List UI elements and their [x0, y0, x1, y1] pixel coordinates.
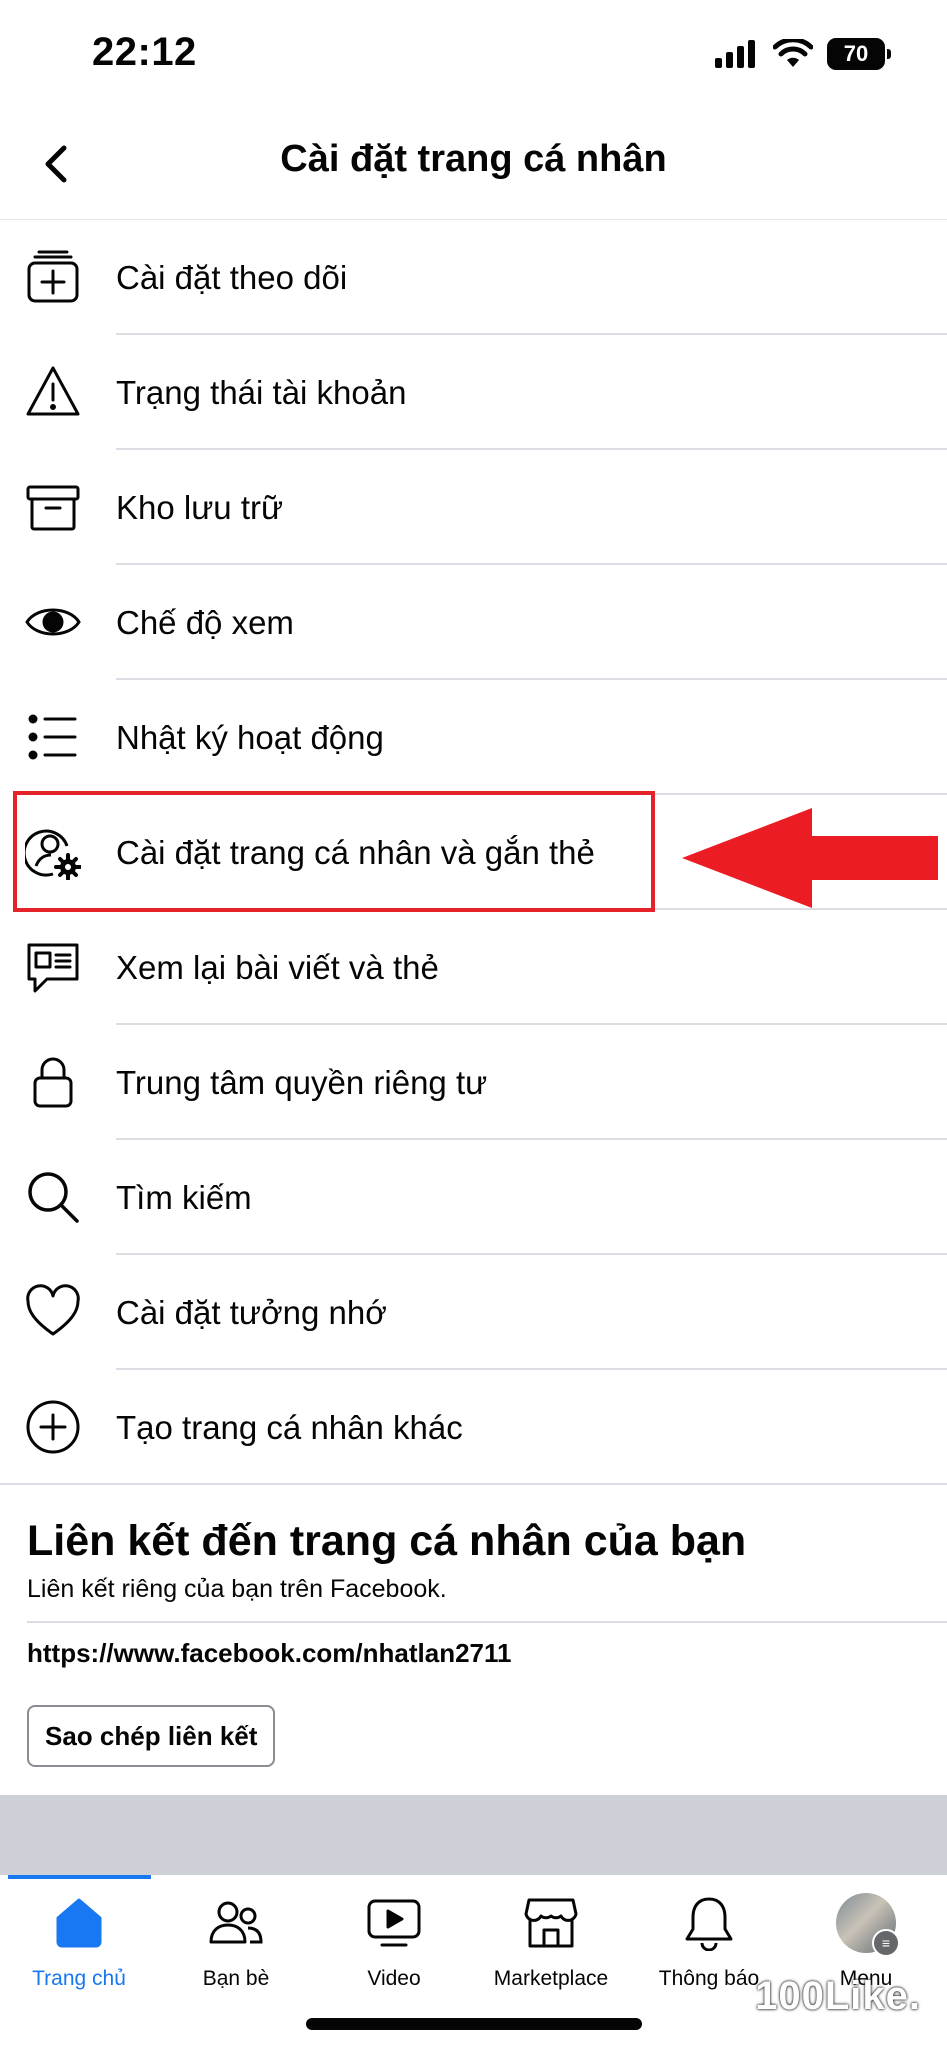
- menu-item-label: Tạo trang cá nhân khác: [116, 1409, 463, 1446]
- menu-item-label: Kho lưu trữ: [116, 489, 284, 526]
- battery-icon: 70: [827, 38, 891, 70]
- menu-icon: ≡: [872, 1929, 900, 1957]
- tab-friends[interactable]: Bạn bè: [157, 1893, 315, 2003]
- section-title: Liên kết đến trang cá nhân của bạn: [27, 1517, 747, 1565]
- divider: [0, 1483, 947, 1485]
- eye-icon: [24, 593, 82, 651]
- menu-item-label: Trung tâm quyền riêng tư: [116, 1064, 488, 1101]
- list-icon: [24, 708, 82, 766]
- status-time: 22:12: [92, 30, 197, 74]
- tab-label: Trang chủ: [32, 1967, 126, 1990]
- wifi-icon: [773, 39, 813, 67]
- menu-item-label: Chế độ xem: [116, 604, 294, 641]
- tab-label: Bạn bè: [202, 1967, 270, 1990]
- cellular-signal-icon: [715, 40, 755, 68]
- menu-item-label: Nhật ký hoạt động: [116, 719, 384, 756]
- copy-link-button[interactable]: Sao chép liên kết: [27, 1705, 276, 1767]
- add-circle-icon: [24, 1398, 82, 1456]
- menu-item-memorialization[interactable]: Cài đặt tưởng nhớ: [0, 1255, 947, 1370]
- menu-item-label: Xem lại bài viết và thẻ: [116, 949, 439, 986]
- marketplace-icon: [521, 1893, 581, 1953]
- highlight-box: [13, 791, 655, 912]
- status-bar: 22:12 70: [0, 0, 947, 108]
- menu-item-follow-settings[interactable]: Cài đặt theo dõi: [0, 220, 947, 335]
- tab-marketplace[interactable]: Marketplace: [472, 1893, 630, 2003]
- section-subtitle: Liên kết riêng của bạn trên Facebook.: [27, 1575, 447, 1603]
- menu-item-label: Cài đặt tưởng nhớ: [116, 1294, 387, 1331]
- tab-video[interactable]: Video: [315, 1893, 473, 2003]
- status-icons: 70: [715, 38, 891, 70]
- archive-icon: [24, 478, 82, 536]
- warning-icon: [24, 363, 82, 421]
- avatar: ≡: [836, 1893, 900, 1957]
- home-icon: [49, 1893, 109, 1953]
- watermark: 100Like.: [755, 1974, 921, 2018]
- tab-label: Marketplace: [493, 1967, 609, 1990]
- menu-item-label: Cài đặt theo dõi: [116, 259, 348, 296]
- bell-icon: [679, 1893, 739, 1953]
- menu-item-label: Tìm kiếm: [116, 1179, 252, 1216]
- home-indicator: [306, 2018, 642, 2030]
- arrow-left-icon: [682, 808, 938, 908]
- active-tab-indicator: [8, 1875, 151, 1879]
- divider: [27, 1621, 947, 1623]
- review-chat-icon: [24, 938, 82, 996]
- menu-item-archive[interactable]: Kho lưu trữ: [0, 450, 947, 565]
- video-icon: [364, 1893, 424, 1953]
- menu-item-label: Trạng thái tài khoản: [116, 374, 407, 411]
- menu-item-account-status[interactable]: Trạng thái tài khoản: [0, 335, 947, 450]
- menu-item-search[interactable]: Tìm kiếm: [0, 1140, 947, 1255]
- lock-icon: [24, 1053, 82, 1111]
- search-icon: [24, 1168, 82, 1226]
- profile-avatar: ≡: [836, 1893, 900, 1957]
- friends-icon: [206, 1893, 266, 1953]
- tab-label: Video: [367, 1967, 421, 1990]
- header: Cài đặt trang cá nhân: [0, 108, 947, 220]
- profile-url[interactable]: https://www.facebook.com/nhatlan2711: [27, 1638, 511, 1669]
- page-title: Cài đặt trang cá nhân: [280, 138, 667, 180]
- menu-item-review-posts-tags[interactable]: Xem lại bài viết và thẻ: [0, 910, 947, 1025]
- tab-home[interactable]: Trang chủ: [0, 1893, 158, 2003]
- separator-band: [0, 1795, 947, 1875]
- menu-item-create-profile[interactable]: Tạo trang cá nhân khác: [0, 1370, 947, 1485]
- menu-item-view-as[interactable]: Chế độ xem: [0, 565, 947, 680]
- battery-level: 70: [843, 41, 869, 66]
- menu-item-privacy-center[interactable]: Trung tâm quyền riêng tư: [0, 1025, 947, 1140]
- follow-settings-icon: [24, 248, 82, 306]
- heart-icon: [24, 1283, 82, 1341]
- menu-item-activity-log[interactable]: Nhật ký hoạt động: [0, 680, 947, 795]
